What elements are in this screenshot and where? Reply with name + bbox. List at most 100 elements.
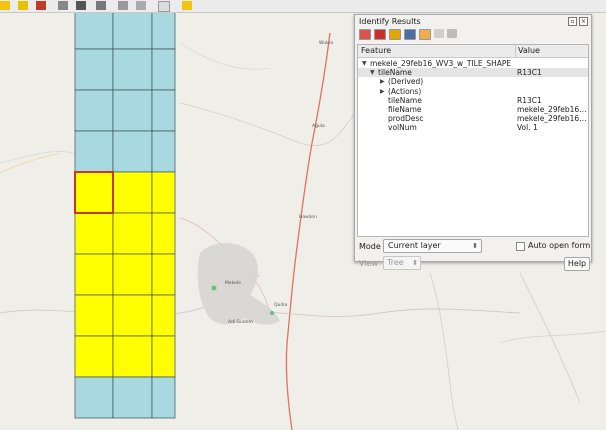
- expand-down-icon[interactable]: ▼: [370, 68, 375, 77]
- layer-icon[interactable]: [0, 1, 10, 10]
- tree-value: R13C1: [517, 68, 542, 78]
- save-icon[interactable]: [18, 1, 28, 10]
- float-icon[interactable]: ▫: [568, 17, 577, 26]
- map-tile[interactable]: [151, 376, 176, 419]
- tree-key: (Derived): [388, 77, 424, 87]
- map-tile[interactable]: [74, 294, 114, 337]
- tree-row[interactable]: fileName mekele_29feb16_...: [358, 105, 588, 114]
- mode-select-value: Current layer: [388, 241, 441, 250]
- map-tile[interactable]: [74, 171, 114, 214]
- map-tile[interactable]: [74, 212, 114, 255]
- tree-row[interactable]: volNum Vol. 1: [358, 123, 588, 132]
- map-tile[interactable]: [112, 212, 153, 255]
- map-tile[interactable]: [112, 13, 153, 50]
- map-tile[interactable]: [112, 253, 153, 296]
- map-toolbar: [0, 0, 606, 13]
- spinner-icon: ⬍: [412, 259, 418, 267]
- expand-right-icon[interactable]: ▶: [380, 87, 385, 96]
- panel-toolbar: [359, 29, 457, 40]
- place-label: Adi Gudem: [228, 319, 253, 325]
- map-tile[interactable]: [74, 130, 114, 173]
- map-tile[interactable]: [151, 294, 176, 337]
- map-tile[interactable]: [112, 294, 153, 337]
- select-icon[interactable]: [136, 1, 146, 10]
- zoom-icon[interactable]: [118, 1, 128, 10]
- map-tile[interactable]: [151, 335, 176, 378]
- map-tile[interactable]: [151, 171, 176, 214]
- tree-key: tileName: [388, 95, 422, 105]
- tree-value: R13C1: [517, 95, 542, 105]
- map-tile[interactable]: [112, 130, 153, 173]
- clear-results-icon[interactable]: [404, 29, 416, 40]
- title-buttons: ▫ ×: [568, 17, 588, 26]
- map-tile[interactable]: [151, 253, 176, 296]
- map-tile[interactable]: [151, 13, 176, 50]
- tree-value: mekele_29feb16_...: [517, 114, 587, 124]
- road-line: [179, 102, 356, 146]
- bug-icon[interactable]: [36, 1, 46, 10]
- expand-down-icon[interactable]: ▼: [362, 59, 367, 68]
- view-select-value: Tree: [387, 258, 404, 267]
- help-button[interactable]: Help: [564, 257, 590, 271]
- road-line: [239, 308, 521, 317]
- results-tree[interactable]: Feature Value ▼ mekele_29feb16_WV3_w_TILE…: [357, 44, 589, 237]
- road-line: [519, 272, 581, 404]
- map-tile[interactable]: [74, 335, 114, 378]
- print-icon[interactable]: [447, 29, 457, 38]
- tree-row[interactable]: prodDesc mekele_29feb16_...: [358, 114, 588, 123]
- panel-title: Identify Results: [359, 17, 421, 26]
- tree-row[interactable]: ▶ (Derived): [358, 77, 588, 86]
- map-tile[interactable]: [112, 335, 153, 378]
- map-tile[interactable]: [112, 48, 153, 91]
- tree-row[interactable]: ▼ mekele_29feb16_WV3_w_TILE_SHAPE: [358, 59, 588, 68]
- place-label: Quiha: [274, 302, 287, 308]
- tree-key: volNum: [388, 123, 417, 133]
- collapse-tree-icon[interactable]: [374, 29, 386, 40]
- park-marker: [270, 311, 274, 315]
- place-label: Agula: [312, 123, 325, 129]
- tree-value: mekele_29feb16_...: [517, 105, 587, 114]
- tree-key: tileName: [378, 68, 412, 78]
- map-tile[interactable]: [74, 48, 114, 91]
- map-tile[interactable]: [74, 89, 114, 132]
- mode-select[interactable]: Current layer ⬍: [383, 239, 482, 253]
- place-label: Mekele: [225, 280, 241, 286]
- map-tile[interactable]: [74, 253, 114, 296]
- map-tile[interactable]: [151, 130, 176, 173]
- highlight-icon[interactable]: [419, 29, 431, 40]
- map-tile[interactable]: [151, 89, 176, 132]
- label-icon[interactable]: [96, 1, 106, 10]
- tree-row[interactable]: ▼ tileName R13C1: [358, 68, 588, 78]
- close-icon[interactable]: ×: [579, 17, 588, 26]
- spinner-icon: ⬍: [472, 242, 478, 250]
- map-tile[interactable]: [112, 376, 153, 419]
- map-tile[interactable]: [151, 212, 176, 255]
- tree-row[interactable]: tileName R13C1: [358, 96, 588, 105]
- tag-icon[interactable]: [58, 1, 68, 10]
- auto-open-form-checkbox[interactable]: [516, 242, 525, 251]
- tile-grid: [74, 13, 176, 419]
- road-line: [179, 42, 271, 70]
- expand-new-icon[interactable]: [389, 29, 401, 40]
- auto-open-form-label: Auto open form: [528, 241, 591, 250]
- map-tile[interactable]: [112, 89, 153, 132]
- expand-tree-icon[interactable]: [359, 29, 371, 40]
- map-tile[interactable]: [151, 48, 176, 91]
- tree-key: (Actions): [388, 86, 422, 96]
- value-column-header[interactable]: Value: [518, 46, 540, 55]
- tree-row[interactable]: ▶ (Actions): [358, 87, 588, 96]
- mode-label: Mode: [359, 242, 381, 251]
- pin-icon[interactable]: [182, 1, 192, 10]
- view-select[interactable]: Tree ⬍: [383, 256, 421, 270]
- select-icon[interactable]: [158, 1, 170, 12]
- map-tile[interactable]: [112, 171, 153, 214]
- copy-icon[interactable]: [434, 29, 444, 38]
- feature-column-header[interactable]: Feature: [361, 46, 391, 55]
- map-tile[interactable]: [74, 13, 114, 50]
- expand-right-icon[interactable]: ▶: [380, 77, 385, 86]
- map-tile[interactable]: [74, 376, 114, 419]
- tree-key: fileName: [388, 105, 422, 114]
- place-label: Hawzen: [299, 214, 317, 220]
- label-icon[interactable]: [76, 1, 86, 10]
- identify-results-panel: Identify Results ▫ × Feature Value ▼ meke…: [354, 14, 592, 271]
